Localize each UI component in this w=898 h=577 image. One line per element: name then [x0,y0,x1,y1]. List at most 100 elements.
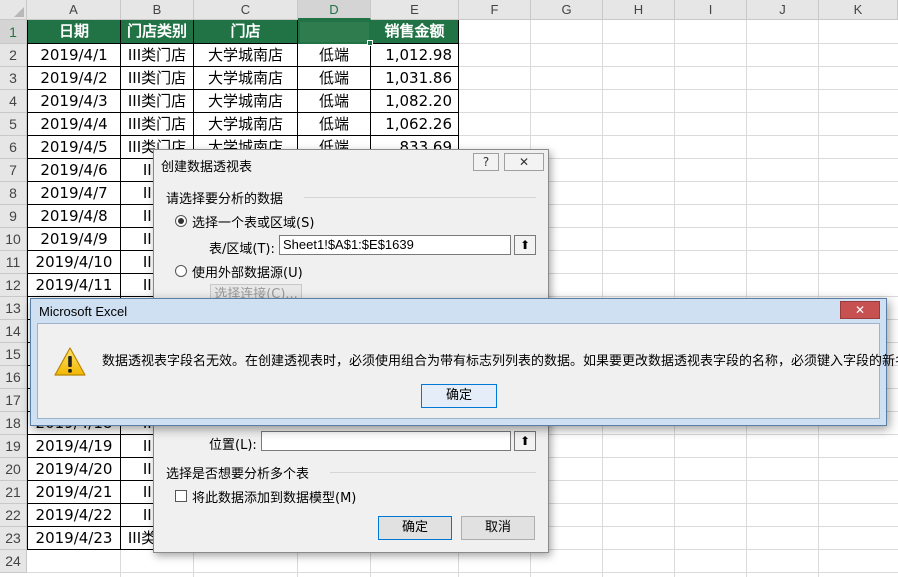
table-cell[interactable]: III类门店 [121,44,194,67]
row-header-22[interactable]: 22 [0,504,27,527]
row-header-11[interactable]: 11 [0,251,27,274]
pivot-close-button[interactable]: ✕ [504,153,544,171]
column-header-a[interactable]: A [27,0,121,20]
row-header-7[interactable]: 7 [0,159,27,182]
section-divider-2 [330,472,536,473]
table-cell[interactable]: 大学城南店 [194,67,298,90]
row-header-2[interactable]: 2 [0,44,27,67]
section-divider [304,197,536,198]
row-header-23[interactable]: 23 [0,527,27,550]
option-table-range-label: 选择一个表或区域(S) [192,216,315,231]
row-header-15[interactable]: 15 [0,343,27,366]
fill-handle[interactable] [367,40,373,46]
column-header-d[interactable]: D [298,0,371,20]
row-header-5[interactable]: 5 [0,113,27,136]
table-cell[interactable]: 低端 [298,44,371,67]
table-cell[interactable]: 2019/4/2 [27,67,121,90]
pivot-dialog-title: 创建数据透视表 [161,160,253,175]
row-header-14[interactable]: 14 [0,320,27,343]
table-cell[interactable]: 2019/4/19 [27,435,121,458]
radio-external-source[interactable] [175,265,187,277]
row-header-21[interactable]: 21 [0,481,27,504]
table-cell[interactable]: 2019/4/1 [27,44,121,67]
row-header-9[interactable]: 9 [0,205,27,228]
warning-icon [54,347,86,376]
row-header-10[interactable]: 10 [0,228,27,251]
table-cell[interactable]: 大学城南店 [194,113,298,136]
error-ok-button[interactable]: 确定 [421,384,497,408]
select-all-corner[interactable] [0,0,27,20]
table-cell[interactable]: III类门店 [121,113,194,136]
row-header-24[interactable]: 24 [0,550,27,573]
table-cell[interactable]: III类门店 [121,90,194,113]
table-cell[interactable]: III类门店 [121,67,194,90]
table-cell[interactable]: 2019/4/3 [27,90,121,113]
error-dialog-title: Microsoft Excel [39,304,128,319]
column-header-f[interactable]: F [459,0,531,20]
column-header-b[interactable]: B [121,0,194,20]
table-cell[interactable]: 大学城南店 [194,44,298,67]
table-cell[interactable]: 2019/4/10 [27,251,121,274]
header-cell[interactable]: 门店 [194,20,298,44]
range-collapse-icon[interactable]: ⬆ [514,235,536,255]
row-header-17[interactable]: 17 [0,389,27,412]
table-cell[interactable]: 2019/4/21 [27,481,121,504]
table-cell[interactable]: 1,062.26 [371,113,459,136]
table-cell[interactable]: 2019/4/8 [27,205,121,228]
column-header-k[interactable]: K [819,0,898,20]
column-header-g[interactable]: G [531,0,603,20]
row-header-19[interactable]: 19 [0,435,27,458]
column-header-j[interactable]: J [747,0,819,20]
help-button[interactable]: ? [473,153,499,171]
table-cell[interactable]: 低端 [298,90,371,113]
column-header-c[interactable]: C [194,0,298,20]
pivot-ok-button[interactable]: 确定 [378,516,452,540]
row-header-12[interactable]: 12 [0,274,27,297]
table-cell[interactable]: 2019/4/11 [27,274,121,297]
header-cell[interactable]: 日期 [27,20,121,44]
add-data-model-checkbox[interactable] [175,490,187,502]
table-cell[interactable]: 2019/4/7 [27,182,121,205]
row-header-8[interactable]: 8 [0,182,27,205]
header-cell[interactable]: 门店类别 [121,20,194,44]
add-data-model-label: 将此数据添加到数据模型(M) [192,491,357,506]
option-external-label: 使用外部数据源(U) [192,266,303,281]
location-input[interactable] [261,431,511,451]
row-header-4[interactable]: 4 [0,90,27,113]
row-header-20[interactable]: 20 [0,458,27,481]
table-cell[interactable]: 低端 [298,67,371,90]
table-cell[interactable]: 1,031.86 [371,67,459,90]
table-cell[interactable]: 1,012.98 [371,44,459,67]
table-cell[interactable]: 大学城南店 [194,90,298,113]
error-dialog-body: 数据透视表字段名无效。在创建透视表时，必须使用组合为带有标志列列表的数据。如果要… [37,323,898,419]
table-cell[interactable]: 2019/4/9 [27,228,121,251]
table-cell[interactable]: 2019/4/5 [27,136,121,159]
table-cell[interactable]: 低端 [298,113,371,136]
active-cell-d1[interactable] [298,20,371,44]
table-cell[interactable]: 2019/4/23 [27,527,121,550]
table-cell[interactable]: 1,082.20 [371,90,459,113]
row-header-6[interactable]: 6 [0,136,27,159]
row-header-3[interactable]: 3 [0,67,27,90]
column-header-i[interactable]: I [675,0,747,20]
header-cell[interactable]: 销售金额 [371,20,459,44]
table-cell[interactable]: 2019/4/6 [27,159,121,182]
section-multi-tables: 选择是否想要分析多个表 [166,467,310,482]
location-collapse-icon[interactable]: ⬆ [514,431,536,451]
select-all-triangle-icon [14,7,24,17]
range-input[interactable]: Sheet1!$A$1:$E$1639 [279,235,511,255]
column-header-e[interactable]: E [371,0,459,20]
table-cell[interactable]: 2019/4/20 [27,458,121,481]
gridline-horizontal [27,572,898,573]
range-label: 表/区域(T): [209,242,275,257]
row-header-18[interactable]: 18 [0,412,27,435]
row-header-16[interactable]: 16 [0,366,27,389]
table-cell[interactable]: 2019/4/4 [27,113,121,136]
row-header-1[interactable]: 1 [0,20,27,44]
table-cell[interactable]: 2019/4/22 [27,504,121,527]
pivot-cancel-button[interactable]: 取消 [461,516,535,540]
column-header-h[interactable]: H [603,0,675,20]
error-close-button[interactable]: ✕ [840,301,880,319]
row-header-13[interactable]: 13 [0,297,27,320]
radio-table-range[interactable] [175,215,187,227]
